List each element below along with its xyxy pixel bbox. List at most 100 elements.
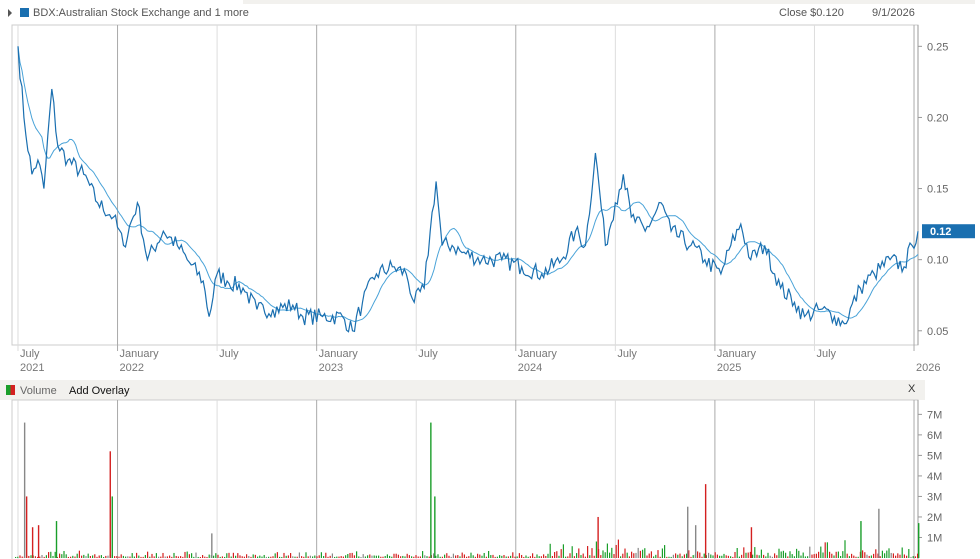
volume-bar — [613, 554, 615, 558]
volume-bar — [653, 556, 655, 558]
x-tick-year: 2021 — [20, 362, 44, 374]
volume-bar — [292, 556, 294, 558]
volume-bar — [745, 552, 747, 558]
volume-bar — [411, 556, 413, 558]
volume-bar — [754, 547, 756, 558]
volume-bar — [380, 556, 382, 558]
volume-bar — [844, 540, 846, 558]
x-tick-label: July — [617, 348, 637, 360]
volume-bar — [908, 549, 910, 558]
volume-bar — [41, 554, 43, 558]
volume-bar — [199, 556, 201, 558]
volume-bar — [912, 556, 914, 558]
volume-bar — [534, 556, 536, 558]
volume-bar — [197, 556, 199, 558]
volume-bar — [692, 555, 694, 558]
volume-bar — [635, 552, 637, 558]
volume-y-tick-label: 6M — [927, 430, 942, 442]
volume-bar — [391, 556, 393, 558]
volume-bar — [690, 556, 692, 558]
volume-bar — [177, 556, 179, 558]
volume-bar — [327, 556, 329, 558]
volume-bar — [353, 555, 355, 558]
x-tick-label: July — [418, 348, 438, 360]
volume-bar — [558, 555, 560, 558]
stock-chart[interactable]: July 2021 January 2022 July January 2023 July Ja… — [0, 0, 980, 559]
volume-bar — [507, 556, 509, 558]
volume-bar — [897, 553, 899, 558]
volume-bar — [870, 555, 872, 558]
volume-bar — [659, 556, 661, 558]
volume-bar — [153, 556, 155, 558]
volume-bar — [444, 554, 446, 558]
volume-bar — [166, 556, 168, 558]
volume-bar — [888, 548, 890, 558]
volume-bar — [725, 555, 727, 558]
volume-bar — [446, 553, 448, 558]
volume-bar — [241, 556, 243, 558]
y-tick-label: 0.05 — [927, 326, 948, 338]
volume-bar — [393, 553, 395, 558]
volume-y-tick-label: 4M — [927, 471, 942, 483]
volume-bar — [136, 552, 138, 558]
volume-bar — [433, 553, 435, 558]
volume-bar — [864, 552, 866, 558]
volume-bar — [532, 553, 534, 558]
volume-bar — [351, 552, 353, 558]
volume-bar — [424, 555, 426, 558]
volume-bar — [807, 556, 809, 558]
volume-bar — [188, 554, 190, 558]
volume-bar — [37, 525, 40, 558]
volume-bar — [338, 556, 340, 558]
volume-bar — [296, 556, 298, 558]
volume-plot-frame — [11, 399, 919, 559]
volume-bar — [910, 556, 912, 558]
volume-bar — [514, 556, 516, 558]
volume-bar — [831, 553, 833, 558]
volume-bar — [477, 553, 479, 558]
volume-bar — [501, 555, 503, 558]
volume-bar — [175, 555, 177, 558]
volume-bar — [63, 550, 65, 558]
volume-bar — [631, 551, 633, 558]
volume-bar — [716, 554, 718, 558]
volume-bar — [230, 556, 232, 558]
volume-bar — [490, 555, 492, 558]
volume-bar — [259, 555, 261, 558]
volume-bar — [472, 555, 474, 558]
volume-bar — [661, 548, 663, 558]
volume-bar — [584, 556, 586, 558]
volume-bar — [679, 553, 681, 558]
volume-bar — [402, 555, 404, 558]
volume-bar — [835, 551, 837, 558]
volume-bar — [272, 556, 274, 558]
volume-bar — [164, 556, 166, 558]
volume-bar — [336, 556, 338, 558]
volume-bar — [371, 555, 373, 558]
y-tick-label: 0.10 — [927, 255, 948, 267]
volume-bar — [846, 553, 848, 558]
volume-bar — [624, 548, 626, 558]
volume-bar — [857, 556, 859, 558]
volume-bar — [43, 556, 45, 558]
x-tick-label: July — [219, 348, 239, 360]
volume-bar — [417, 556, 419, 558]
volume-bar — [342, 556, 344, 558]
volume-bar — [305, 552, 307, 558]
volume-bar — [367, 555, 369, 558]
volume-bar — [228, 552, 230, 558]
volume-bar — [452, 553, 454, 558]
x-tick-label: January — [319, 348, 359, 360]
volume-bar — [701, 556, 703, 558]
volume-bar — [87, 553, 89, 558]
volume-bar — [149, 556, 151, 558]
volume-bar — [648, 553, 650, 558]
price-plot-frame — [11, 24, 919, 346]
volume-bar — [505, 556, 507, 558]
volume-bar — [763, 554, 765, 558]
volume-bar — [750, 527, 753, 558]
volume-bar — [732, 556, 734, 558]
volume-bar — [466, 556, 468, 558]
volume-bar — [769, 555, 771, 558]
volume-bar — [756, 554, 758, 558]
